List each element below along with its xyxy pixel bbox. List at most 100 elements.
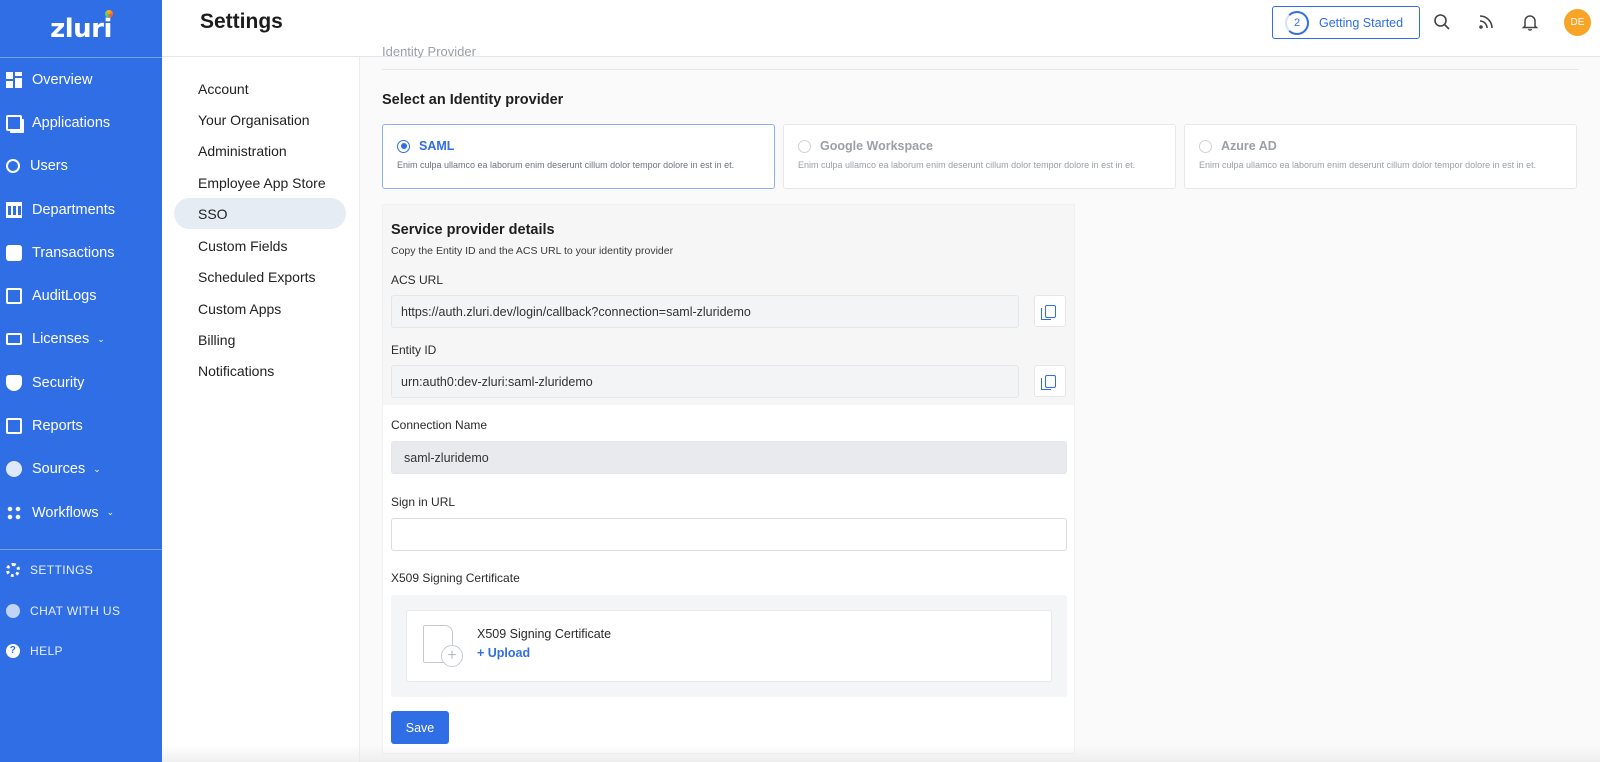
idp-name: SAML (419, 139, 455, 153)
chevron-down-icon: ⌄ (97, 333, 105, 344)
upload-link[interactable]: + Upload (477, 646, 530, 660)
nav-item-security[interactable]: Security (0, 361, 162, 404)
sp-title: Service provider details (391, 222, 555, 238)
settings-menu-custom-fields[interactable]: Custom Fields (174, 230, 346, 261)
license-icon (6, 333, 22, 346)
bell-icon[interactable] (1520, 13, 1540, 33)
nav-item-licenses[interactable]: Licenses ⌄ (0, 318, 162, 361)
settings-menu-account[interactable]: Account (174, 73, 346, 104)
certificate-upload-box[interactable]: + X509 Signing Certificate + Upload (406, 610, 1052, 682)
idp-description: Enim culpa ullamco ea laborum enim deser… (798, 160, 1136, 170)
apps-icon (6, 114, 22, 131)
settings-menu-custom-apps[interactable]: Custom Apps (174, 293, 346, 324)
getting-started-button[interactable]: 2 Getting Started (1272, 6, 1420, 39)
nav-label: Users (30, 158, 68, 175)
radio-unselected[interactable] (1199, 139, 1212, 153)
settings-menu: Account Your Organisation Administration… (162, 57, 359, 762)
radio-selected[interactable] (397, 139, 410, 153)
entity-id-field[interactable]: urn:auth0:dev-zluri:saml-zluridemo (391, 365, 1019, 398)
nav-label: Licenses (32, 331, 90, 348)
settings-menu-sso[interactable]: SSO (174, 198, 346, 229)
nav-item-sources[interactable]: Sources ⌄ (0, 448, 162, 491)
help-icon: ? (6, 644, 20, 659)
settings-menu-organisation[interactable]: Your Organisation (174, 104, 346, 135)
settings-menu-employee-app-store[interactable]: Employee App Store (174, 167, 346, 198)
nav-item-auditlogs[interactable]: AuditLogs (0, 274, 162, 317)
settings-menu-billing[interactable]: Billing (174, 324, 346, 355)
acs-url-label: ACS URL (391, 273, 444, 287)
copy-entity-id-button[interactable] (1034, 365, 1066, 397)
audit-icon (6, 288, 22, 305)
nav-label: AuditLogs (32, 288, 97, 305)
idp-card-azure-ad[interactable]: Azure AD Enim culpa ullamco ea laborum e… (1184, 124, 1577, 189)
chevron-down-icon: ⌄ (93, 463, 101, 474)
nav-label: SETTINGS (30, 563, 94, 578)
idp-card-google-workspace[interactable]: Google Workspace Enim culpa ullamco ea l… (783, 124, 1176, 189)
avatar[interactable]: DE (1564, 9, 1591, 36)
building-icon (6, 201, 22, 218)
add-file-icon: + (441, 645, 463, 667)
radio-unselected[interactable] (798, 139, 811, 153)
nav-label: Sources (32, 461, 86, 478)
users-icon (6, 159, 20, 174)
copy-icon (1040, 374, 1056, 390)
wallet-icon (6, 244, 22, 261)
workflow-icon (6, 504, 22, 521)
nav-item-help[interactable]: ? HELP (0, 631, 162, 672)
idp-name: Google Workspace (820, 139, 933, 153)
left-sidebar: zluri Overview Applications Users Depart… (0, 0, 162, 762)
nav-item-reports[interactable]: Reports (0, 404, 162, 447)
shield-icon (6, 374, 22, 391)
idp-name: Azure AD (1221, 139, 1277, 153)
nav-item-settings[interactable]: SETTINGS (0, 550, 162, 591)
idp-card-saml[interactable]: SAML Enim culpa ullamco ea laborum enim … (382, 124, 775, 189)
nav-label: Workflows (32, 504, 99, 521)
nav-label: Overview (32, 71, 93, 88)
nav-item-overview[interactable]: Overview (0, 58, 162, 101)
search-icon[interactable] (1432, 13, 1452, 33)
certificate-label: X509 Signing Certificate (391, 571, 520, 585)
settings-menu-notifications[interactable]: Notifications (174, 355, 346, 386)
chat-icon (6, 603, 20, 618)
section-heading-cut: Identity Provider (382, 44, 476, 58)
logo-text: zluri (50, 13, 112, 44)
page-title: Settings (200, 10, 283, 33)
connection-name-label: Connection Name (391, 418, 488, 432)
settings-menu-scheduled-exports[interactable]: Scheduled Exports (174, 261, 346, 292)
sp-subtitle: Copy the Entity ID and the ACS URL to yo… (391, 245, 674, 257)
connection-name-input[interactable]: saml-zluridemo (391, 441, 1067, 474)
nav-item-transactions[interactable]: Transactions (0, 231, 162, 274)
sources-icon (6, 461, 22, 478)
copy-acs-url-button[interactable] (1034, 295, 1066, 327)
idp-description: Enim culpa ullamco ea laborum enim deser… (1199, 160, 1537, 170)
logo-dot (105, 10, 113, 18)
nav-item-chat[interactable]: CHAT WITH US (0, 591, 162, 632)
feed-icon[interactable] (1476, 13, 1496, 33)
section-divider (382, 69, 1579, 70)
nav-item-applications[interactable]: Applications (0, 101, 162, 144)
report-icon (6, 418, 22, 435)
save-button[interactable]: Save (391, 711, 449, 744)
nav-label: Reports (32, 418, 83, 435)
nav-item-workflows[interactable]: Workflows ⌄ (0, 491, 162, 534)
gear-icon (6, 563, 20, 578)
nav-label: Departments (32, 201, 116, 218)
nav-item-users[interactable]: Users (0, 145, 162, 188)
nav-label: Security (32, 374, 85, 391)
nav-list: Overview Applications Users Departments … (0, 58, 162, 534)
idp-description: Enim culpa ullamco ea laborum enim deser… (397, 160, 735, 170)
chevron-down-icon: ⌄ (106, 507, 115, 518)
nav-item-departments[interactable]: Departments (0, 188, 162, 231)
progress-ring-icon: 2 (1285, 10, 1309, 35)
settings-menu-administration[interactable]: Administration (174, 135, 346, 166)
certificate-upload-area: + X509 Signing Certificate + Upload (391, 595, 1067, 697)
nav-bottom: SETTINGS CHAT WITH US ? HELP (0, 549, 162, 672)
signin-url-input[interactable] (391, 518, 1067, 551)
signin-url-label: Sign in URL (391, 495, 456, 509)
getting-started-label: Getting Started (1319, 15, 1404, 30)
acs-url-field[interactable]: https://auth.zluri.dev/login/callback?co… (391, 295, 1019, 328)
zluri-logo[interactable]: zluri (0, 0, 162, 57)
upload-title: X509 Signing Certificate (477, 627, 612, 641)
bottom-fade (162, 745, 1600, 762)
entity-id-label: Entity ID (391, 343, 437, 357)
